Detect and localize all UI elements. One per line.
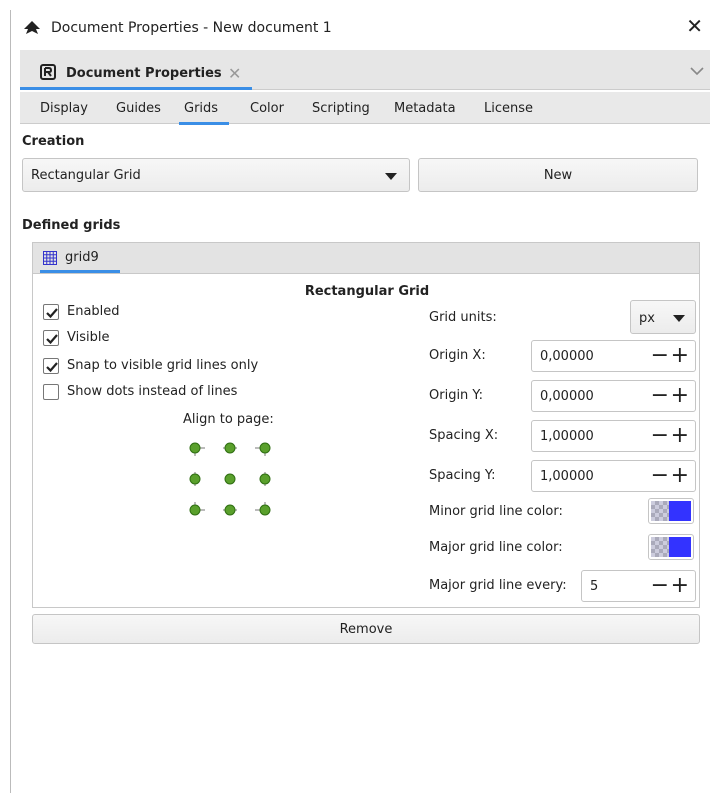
origin-y-label: Origin Y: <box>429 388 484 403</box>
dock-tabbar: Document Properties ✕ <box>20 50 710 90</box>
window-title: Document Properties - New document 1 <box>51 20 332 36</box>
chevron-down-icon[interactable] <box>690 64 704 80</box>
origin-x-decrement-button[interactable]: − <box>651 343 669 369</box>
grid-settings-panel: Rectangular Grid Enabled Visible Snap to… <box>32 274 700 608</box>
spacing-y-increment-button[interactable]: + <box>671 463 689 489</box>
origin-x-value: 0,00000 <box>540 349 594 364</box>
dock-tab-document-properties[interactable]: Document Properties ✕ <box>20 58 250 88</box>
origin-x-spinbutton[interactable]: 0,00000 − + <box>531 340 696 372</box>
major-grid-color-label: Major grid line color: <box>429 540 563 555</box>
grid-type-select[interactable]: Rectangular Grid <box>22 158 410 192</box>
tab-color[interactable]: Color <box>250 101 284 116</box>
dock-tab-label: Document Properties <box>66 66 222 81</box>
origin-y-value: 0,00000 <box>540 389 594 404</box>
dock-tab-indicator <box>20 87 252 90</box>
align-middle-right-icon <box>259 473 271 485</box>
tab-grids[interactable]: Grids <box>184 101 218 116</box>
defined-grids-tabbar: grid9 <box>32 242 700 274</box>
grid-tab-indicator <box>40 270 120 273</box>
spacing-x-label: Spacing X: <box>429 428 499 443</box>
align-bottom-left-icon <box>189 504 201 516</box>
notebook-tabs: Display Guides Grids Color Scripting Met… <box>20 92 710 125</box>
align-top-left-icon <box>189 442 201 454</box>
visible-label: Visible <box>67 330 110 345</box>
major-grid-color-button[interactable] <box>648 534 694 560</box>
major-line-every-value: 5 <box>590 579 599 594</box>
enabled-label: Enabled <box>67 304 120 319</box>
spacing-x-decrement-button[interactable]: − <box>651 423 669 449</box>
minor-grid-color-button[interactable] <box>648 498 694 524</box>
grid-units-select[interactable]: px <box>630 300 696 334</box>
align-top-center-icon <box>224 442 236 454</box>
align-middle-left-icon <box>189 473 201 485</box>
origin-y-spinbutton[interactable]: 0,00000 − + <box>531 380 696 412</box>
spacing-y-decrement-button[interactable]: − <box>651 463 669 489</box>
grid-units-label: Grid units: <box>429 310 497 325</box>
grid-panel-title: Rectangular Grid <box>304 284 430 299</box>
snap-label: Snap to visible grid lines only <box>67 358 259 373</box>
align-to-page-matrix[interactable] <box>183 434 283 524</box>
align-center-icon <box>224 473 236 485</box>
minor-grid-color-label: Minor grid line color: <box>429 504 563 519</box>
major-every-decrement-button[interactable]: − <box>651 573 669 599</box>
show-dots-label: Show dots instead of lines <box>67 384 238 399</box>
title-bar: Document Properties - New document 1 ✕ <box>11 10 710 46</box>
origin-x-label: Origin X: <box>429 348 486 363</box>
spacing-x-increment-button[interactable]: + <box>671 423 689 449</box>
close-window-button[interactable]: ✕ <box>686 16 703 36</box>
grid-tab-label: grid9 <box>65 250 99 265</box>
dock-tab-close-icon[interactable]: ✕ <box>228 64 241 83</box>
spacing-x-value: 1,00000 <box>540 429 594 444</box>
new-grid-button[interactable]: New <box>418 158 698 192</box>
grid-units-value: px <box>639 311 655 326</box>
origin-y-decrement-button[interactable]: − <box>651 383 669 409</box>
defined-grids-heading: Defined grids <box>22 218 121 233</box>
align-to-page-label: Align to page: <box>183 412 274 427</box>
remove-grid-button[interactable]: Remove <box>32 614 700 644</box>
tab-grid9[interactable]: grid9 <box>43 249 123 271</box>
new-grid-label: New <box>543 168 573 183</box>
major-line-every-label: Major grid line every: <box>429 578 567 593</box>
grid-type-value: Rectangular Grid <box>31 168 141 183</box>
tab-display[interactable]: Display <box>40 101 88 116</box>
spacing-y-value: 1,00000 <box>540 469 594 484</box>
inkscape-logo-icon <box>24 21 40 34</box>
active-tab-indicator <box>179 122 229 125</box>
spacing-y-label: Spacing Y: <box>429 468 496 483</box>
document-properties-icon <box>40 64 56 84</box>
tab-license[interactable]: License <box>484 101 533 116</box>
tab-guides[interactable]: Guides <box>116 101 161 116</box>
major-every-increment-button[interactable]: + <box>671 573 689 599</box>
align-top-right-icon <box>259 442 271 454</box>
dropdown-arrow-icon <box>385 173 397 180</box>
spacing-y-spinbutton[interactable]: 1,00000 − + <box>531 460 696 492</box>
origin-y-increment-button[interactable]: + <box>671 383 689 409</box>
remove-grid-label: Remove <box>339 622 393 637</box>
grid-icon <box>43 251 57 265</box>
align-bottom-right-icon <box>259 504 271 516</box>
dropdown-arrow-icon <box>673 315 685 322</box>
creation-heading: Creation <box>22 134 85 149</box>
major-line-every-spinbutton[interactable]: 5 − + <box>581 570 696 602</box>
spacing-x-spinbutton[interactable]: 1,00000 − + <box>531 420 696 452</box>
align-bottom-center-icon <box>224 504 236 516</box>
tab-scripting[interactable]: Scripting <box>312 101 370 116</box>
tab-metadata[interactable]: Metadata <box>394 101 456 116</box>
origin-x-increment-button[interactable]: + <box>671 343 689 369</box>
